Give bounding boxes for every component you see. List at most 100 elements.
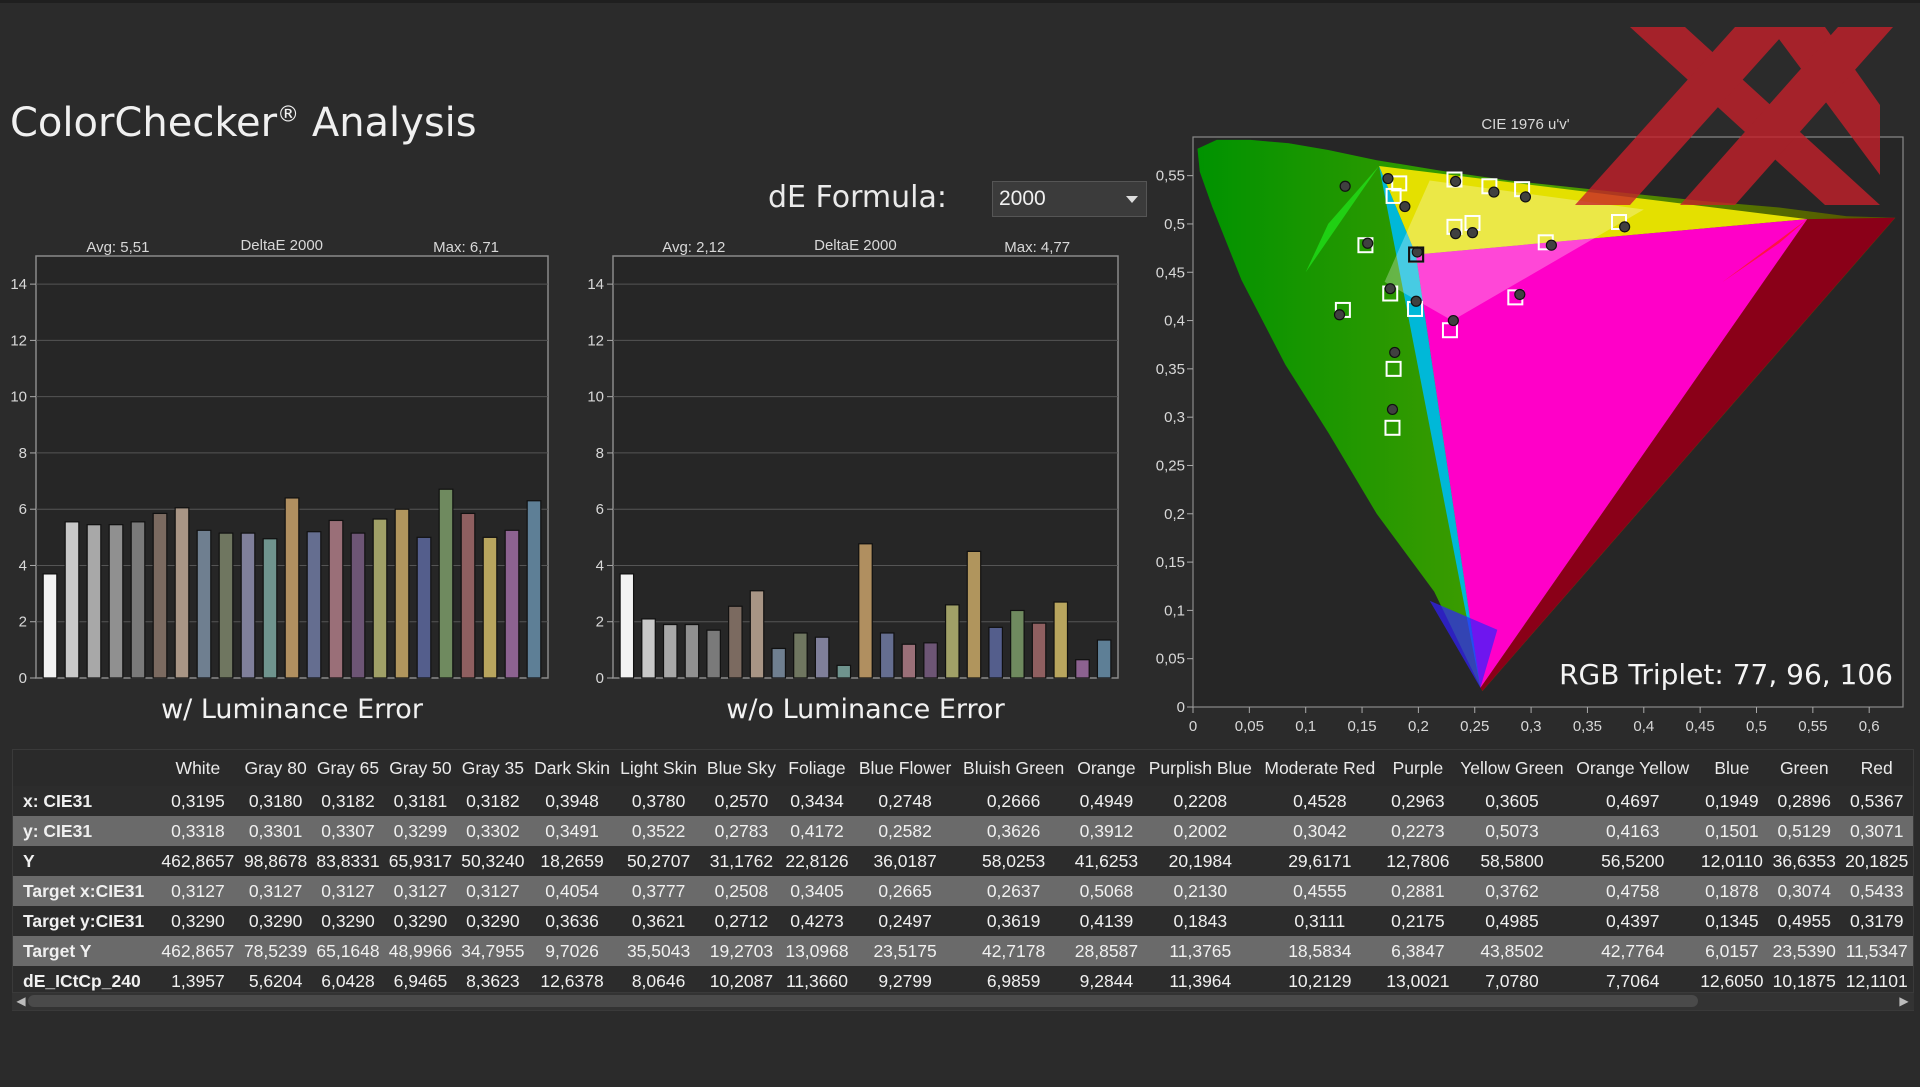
table-cell: 0,3522: [615, 816, 703, 846]
bar2-bar: [814, 636, 830, 679]
table-cell: 0,3127: [456, 876, 530, 906]
column-header[interactable]: Light Skin: [615, 750, 703, 786]
bar1-y-tick-label: 14: [10, 276, 27, 293]
measured-marker: [1333, 309, 1346, 321]
table-cell: 0,2665: [853, 876, 957, 906]
table-cell: 0,3619: [956, 906, 1071, 936]
table-cell: 0,3434: [780, 786, 854, 816]
bar1-y-tick-label: 8: [19, 445, 27, 462]
cie-y-tick-label: 0,05: [1156, 651, 1185, 668]
bar-chart-without-luminance: 0 2 4 6 8 10 12 14 Avg: 2,12 DeltaE 2000 Max: 4,77…: [587, 237, 1119, 725]
column-header[interactable]: Gray 35: [456, 750, 530, 786]
table-row[interactable]: Target Y 462,8657 78,5239 65,1648 48,9966 34,…: [13, 936, 1913, 966]
arrow-left-icon[interactable]: ◀: [13, 993, 29, 1009]
table-cell: 0,4273: [780, 906, 854, 936]
table-cell: 0,1345: [1695, 906, 1769, 936]
bar1-bar: [394, 508, 410, 679]
table-cell: 48,9966: [384, 936, 457, 966]
bar1-bar: [152, 512, 168, 679]
rgb-triplet-label: RGB Triplet: 77, 96, 106: [1559, 658, 1893, 691]
row-header: Target y:CIE31: [13, 906, 157, 936]
bar1-bar: [262, 538, 278, 679]
table-cell: 0,2570: [702, 786, 781, 816]
cie-y-tick-label: 0,35: [1156, 361, 1185, 378]
cie-x-tick-label: 0,05: [1235, 718, 1264, 735]
column-header[interactable]: Yellow Green: [1454, 750, 1570, 786]
bar2-bar: [619, 573, 635, 679]
bar1-avg-label: Avg: 5,51: [86, 239, 149, 256]
table-cell: 23,5175: [853, 936, 957, 966]
measured-marker: [1519, 191, 1532, 203]
column-header[interactable]: Purplish Blue: [1142, 750, 1258, 786]
table-cell: 0,3290: [311, 906, 385, 936]
bar2-y-tick-label: 4: [596, 557, 604, 574]
column-header[interactable]: Gray 50: [384, 750, 457, 786]
column-header[interactable]: Dark Skin: [529, 750, 616, 786]
cie-y-tick-label: 0,3: [1164, 409, 1185, 426]
table-cell: 0,3182: [456, 786, 530, 816]
table-cell: 0,4054: [529, 876, 616, 906]
cie-y-tick-label: 0: [1177, 699, 1185, 716]
table-cell: 462,8657: [156, 846, 240, 876]
cie-x-tick-label: 0,5: [1746, 718, 1767, 735]
bar1-x-title: w/ Luminance Error: [161, 694, 424, 725]
measured-marker: [1386, 403, 1399, 416]
table-cell: 0,3042: [1257, 816, 1382, 846]
column-header[interactable]: Gray 65: [311, 750, 385, 786]
table-row[interactable]: y: CIE31 0,3318 0,3301 0,3307 0,3299 0,3302 0,…: [13, 816, 1913, 846]
bar1-bar: [482, 536, 498, 679]
bar2-bar: [879, 632, 895, 679]
table-cell: 6,0157: [1695, 936, 1769, 966]
cie-x-tick-label: 0,25: [1460, 718, 1489, 735]
bar1-bar: [306, 531, 322, 679]
bar1-bar: [526, 500, 542, 679]
bar2-bar: [836, 664, 852, 679]
table-cell: 0,3180: [239, 786, 312, 816]
column-header[interactable]: White: [156, 750, 240, 786]
column-header[interactable]: Purple: [1381, 750, 1455, 786]
bar1-bar: [174, 507, 190, 679]
column-header[interactable]: Bluish Green: [956, 750, 1071, 786]
table-row[interactable]: Target y:CIE31 0,3290 0,3290 0,3290 0,3290 0,…: [13, 906, 1913, 936]
bar1-bar: [86, 524, 102, 679]
column-header[interactable]: Green: [1768, 750, 1841, 786]
table-row[interactable]: Target x:CIE31 0,3127 0,3127 0,3127 0,3127 0,…: [13, 876, 1913, 906]
table-cell: 0,3307: [311, 816, 385, 846]
data-table[interactable]: White Gray 80 Gray 65 Gray 50 Gray 35 Dark Sk…: [12, 749, 1914, 1011]
cie-x-tick-label: 0,3: [1521, 718, 1542, 735]
cie-x-tick-label: 0,4: [1633, 718, 1654, 735]
table-cell: 0,1843: [1142, 906, 1258, 936]
row-header: Target x:CIE31: [13, 876, 157, 906]
arrow-right-icon[interactable]: ▶: [1896, 993, 1912, 1009]
table-cell: 0,2130: [1142, 876, 1258, 906]
table-cell: 0,2783: [702, 816, 781, 846]
table-cell: 0,3290: [456, 906, 530, 936]
column-header[interactable]: Gray 80: [239, 750, 312, 786]
table-cell: 6,3847: [1381, 936, 1455, 966]
column-header[interactable]: Blue: [1695, 750, 1769, 786]
column-header[interactable]: Blue Flower: [853, 750, 957, 786]
measurement-table: White Gray 80 Gray 65 Gray 50 Gray 35 Dark Sk…: [13, 750, 1913, 996]
table-cell: 50,2707: [615, 846, 703, 876]
table-cell: 0,3299: [384, 816, 457, 846]
table-row[interactable]: Y 462,8657 98,8678 83,8331 65,9317 50,3240 18,…: [13, 846, 1913, 876]
column-header[interactable]: Red: [1840, 750, 1913, 786]
cie-x-tick-label: 0,6: [1859, 718, 1880, 735]
column-header[interactable]: Orange: [1070, 750, 1143, 786]
column-header[interactable]: Orange Yellow: [1569, 750, 1696, 786]
bar2-bar: [1075, 659, 1090, 679]
column-header[interactable]: Moderate Red: [1257, 750, 1382, 786]
scrollbar-thumb[interactable]: [28, 995, 1698, 1007]
table-cell: 20,1984: [1142, 846, 1258, 876]
column-header[interactable]: Foliage: [780, 750, 854, 786]
table-row[interactable]: x: CIE31 0,3195 0,3180 0,3182 0,3181 0,3182 0,…: [13, 786, 1913, 816]
table-cell: 0,5433: [1840, 876, 1913, 906]
column-header[interactable]: Blue Sky: [702, 750, 781, 786]
bar1-y-tick-label: 2: [19, 614, 27, 631]
table-cell: 0,2963: [1381, 786, 1455, 816]
table-cell: 58,0253: [956, 846, 1071, 876]
table-cell: 9,7026: [529, 936, 616, 966]
bar2-y-tick-label: 8: [596, 445, 604, 462]
table-cell: 0,3074: [1768, 876, 1841, 906]
table-cell: 0,4139: [1070, 906, 1143, 936]
